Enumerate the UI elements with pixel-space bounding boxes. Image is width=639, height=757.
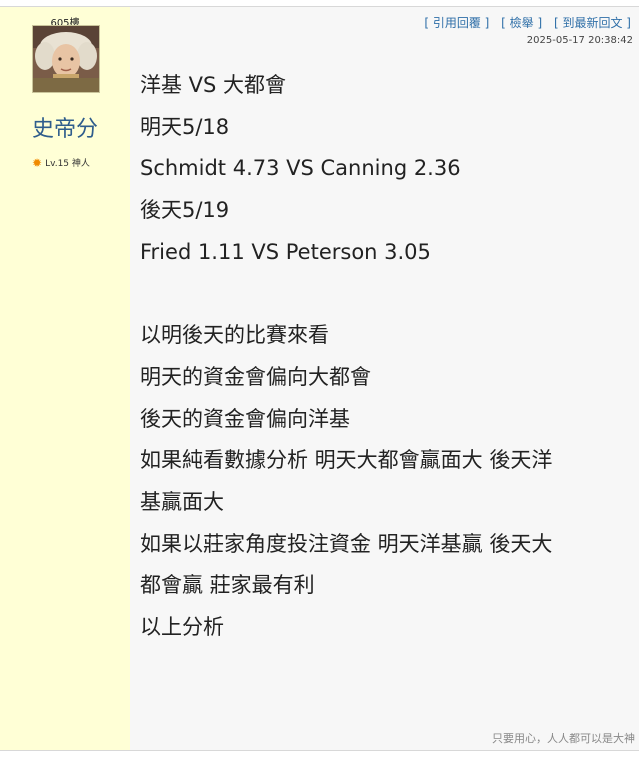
post-line: 明天的資金會偏向大都會 <box>140 364 371 389</box>
post-line: 如果純看數據分析 明天大都會贏面大 後天洋 <box>140 448 553 473</box>
signature: 只要用心，人人都可以是大神 <box>492 732 635 745</box>
latest-reply-link[interactable]: [ 到最新回文 ] <box>554 16 631 30</box>
post-line: 後天的資金會偏向洋基 <box>140 406 350 431</box>
post-line: 後天5/19 <box>140 198 230 223</box>
author-sidebar: 605樓 史帝分 ✹ Lv.15 神人 <box>0 7 130 750</box>
forum-post: 605樓 史帝分 ✹ Lv.15 神人 [ 引用回覆 ] [檢舉] [到最… <box>0 6 639 751</box>
post-line: 基贏面大 <box>140 489 224 514</box>
post-timestamp: 2025-05-17 20:38:42 <box>526 35 633 46</box>
level-star-icon: ✹ <box>32 155 43 170</box>
avatar-image <box>33 26 99 92</box>
post-line: 以明後天的比賽來看 <box>140 323 329 348</box>
post-line: 明天5/18 <box>140 114 230 139</box>
report-link[interactable]: [ 檢舉 ] <box>501 16 542 30</box>
post-line: 以上分析 <box>140 614 224 639</box>
post-body: 洋基 VS 大都會 明天5/18 Schmidt 4.73 VS Canning… <box>140 65 630 649</box>
quote-reply-link[interactable]: [ 引用回覆 ] <box>424 16 489 30</box>
post-line: 如果以莊家角度投注資金 明天洋基贏 後天大 <box>140 531 553 556</box>
post-line: Fried 1.11 VS Peterson 3.05 <box>140 239 431 264</box>
level-label: Lv.15 神人 <box>45 159 90 169</box>
user-level: ✹ Lv.15 神人 <box>32 155 90 170</box>
post-content: [ 引用回覆 ] [ 檢舉 ] [ 到最新回文 ] 2025-05-17 20:… <box>130 7 639 750</box>
post-line: 都會贏 莊家最有利 <box>140 573 315 598</box>
post-line: 洋基 VS 大都會 <box>140 73 287 97</box>
username[interactable]: 史帝分 <box>0 111 130 143</box>
post-actions: [ 引用回覆 ] [ 檢舉 ] [ 到最新回文 ] <box>416 14 631 31</box>
post-line: Schmidt 4.73 VS Canning 2.36 <box>140 156 461 181</box>
avatar[interactable] <box>32 25 100 93</box>
post-line <box>140 273 630 315</box>
